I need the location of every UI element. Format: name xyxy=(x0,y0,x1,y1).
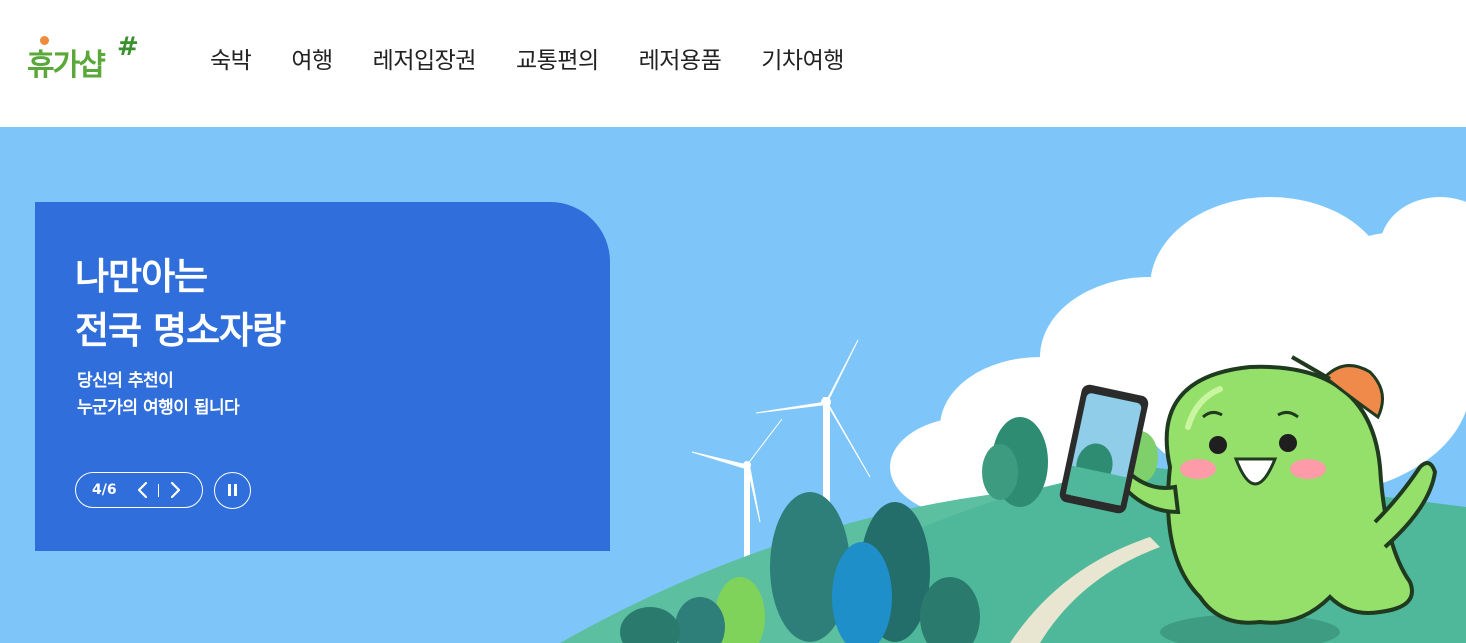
banner-title: 나만아는 전국 명소자랑 xyxy=(75,250,286,358)
banner-title-line-2: 전국 명소자랑 xyxy=(75,309,286,352)
logo-text: 휴가샵 xyxy=(27,48,106,83)
nav-item-leisure-goods[interactable]: 레저용품 xyxy=(639,44,722,78)
pause-icon-bar xyxy=(234,484,237,496)
site-header: 휴가샵 # 숙박 여행 레저입장권 교통편의 레저용품 기차여행 xyxy=(0,0,1466,127)
pause-icon xyxy=(228,484,231,496)
hero-banner-card[interactable]: 나만아는 전국 명소자랑 당신의 추천이 누군가의 여행이 됩니다 4/6 xyxy=(35,202,610,551)
pause-button[interactable] xyxy=(214,472,251,509)
banner-title-line-1: 나만아는 xyxy=(75,255,208,298)
slide-counter: 4/6 xyxy=(92,482,117,498)
nav-item-leisure-tickets[interactable]: 레저입장권 xyxy=(373,44,477,78)
hero-carousel: 나만아는 전국 명소자랑 당신의 추천이 누군가의 여행이 됩니다 4/6 xyxy=(0,127,1466,643)
nav-item-travel[interactable]: 여행 xyxy=(291,44,333,78)
main-nav: 숙박 여행 레저입장권 교통편의 레저용품 기차여행 xyxy=(210,44,884,78)
chevron-right-icon[interactable] xyxy=(166,479,184,501)
nav-item-train-travel[interactable]: 기차여행 xyxy=(761,44,844,78)
banner-subtitle: 당신의 추천이 누군가의 여행이 됩니다 xyxy=(77,368,240,422)
carousel-pager: 4/6 xyxy=(75,472,203,508)
chevron-left-icon[interactable] xyxy=(134,479,152,501)
site-logo[interactable]: 휴가샵 # xyxy=(27,32,147,88)
logo-hash-mark: # xyxy=(117,32,139,62)
pager-divider xyxy=(158,484,159,497)
banner-subtitle-line-2: 누군가의 여행이 됩니다 xyxy=(77,398,240,418)
nav-item-lodging[interactable]: 숙박 xyxy=(210,44,252,78)
nav-item-transportation[interactable]: 교통편의 xyxy=(516,44,599,78)
banner-subtitle-line-1: 당신의 추천이 xyxy=(77,371,174,391)
